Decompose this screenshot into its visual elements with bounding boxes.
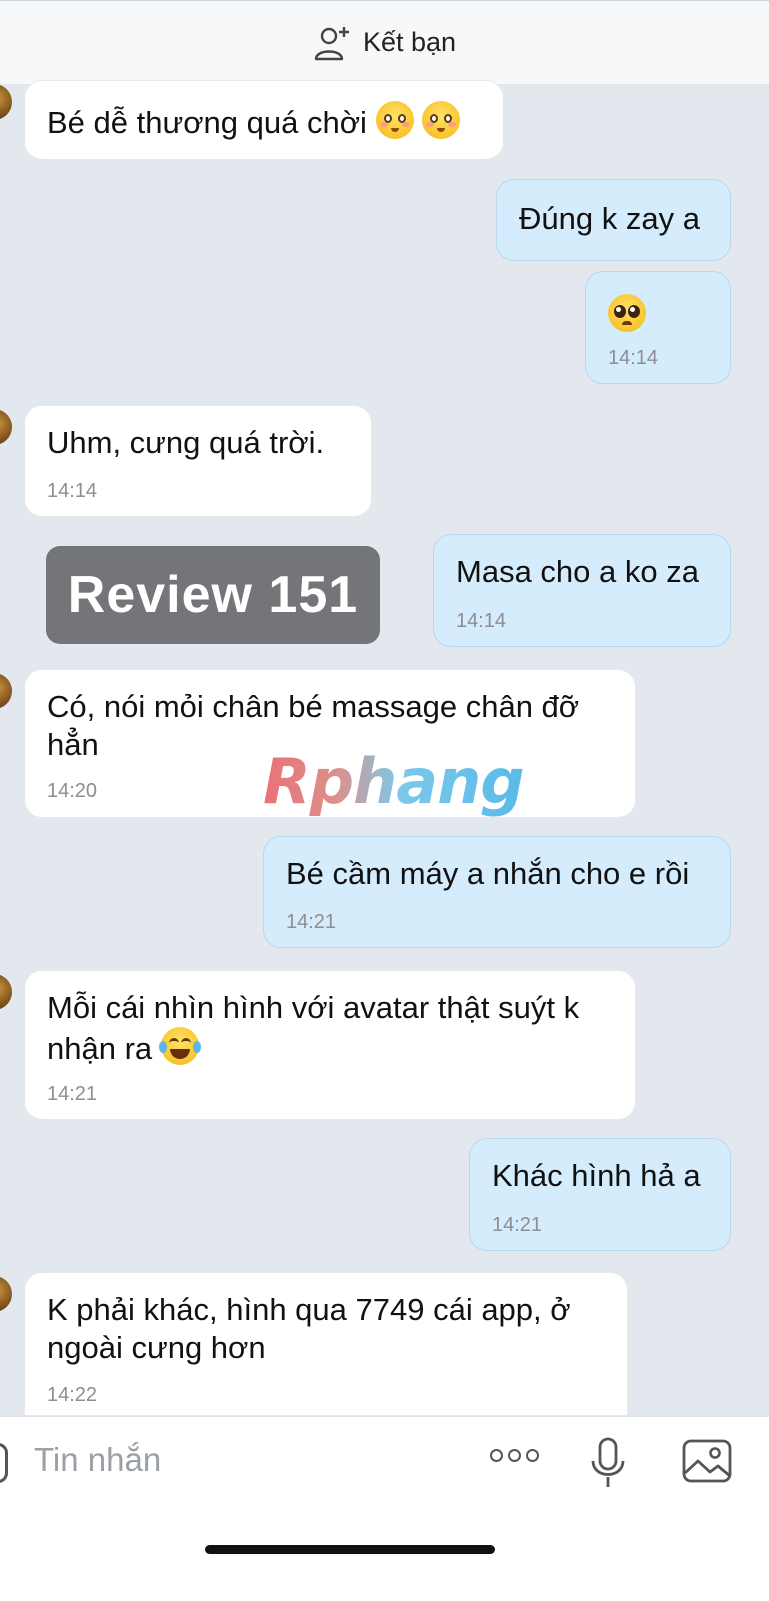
message-bubble-incoming[interactable]: Mỗi cái nhìn hình với avatar thật suýt k… [24,970,636,1120]
message-bubble-outgoing[interactable]: 14:14 [585,271,731,384]
dot-icon [490,1449,503,1462]
pleading-face-emoji [608,294,646,332]
message-time: 14:21 [47,1083,98,1105]
more-icon[interactable] [490,1449,546,1473]
message-text: Đúng k zay a [519,201,700,236]
dot-icon [508,1449,521,1462]
dot-icon [526,1449,539,1462]
top-bar: Kết bạn [0,0,769,84]
message-text: Mỗi cái nhìn hình với avatar thật suýt k… [47,990,580,1066]
smiling-blush-emoji [375,101,414,139]
message-time: 14:14 [608,347,659,369]
message-time: 14:22 [47,1384,98,1406]
add-friend-button[interactable]: Kết bạn [313,23,456,63]
emoji-toggle-icon[interactable] [0,1443,8,1483]
sender-avatar[interactable] [0,974,12,1010]
message-text: Masa cho a ko za [456,554,699,589]
message-composer: Tin nhắn [0,1416,769,1601]
message-bubble-outgoing[interactable]: Masa cho a ko za 14:14 [433,534,731,647]
message-bubble-outgoing[interactable]: Bé cầm máy a nhắn cho e rồi 14:21 [263,836,731,948]
message-time: 14:14 [47,480,98,502]
home-indicator[interactable] [205,1545,495,1554]
message-input[interactable]: Tin nhắn [34,1441,161,1479]
message-time: 14:14 [456,610,507,632]
add-person-icon [314,26,349,60]
watermark-logo: Rphang [263,745,525,818]
review-badge: Review 151 [46,546,380,644]
message-time: 14:21 [286,911,337,933]
sender-avatar[interactable] [0,673,12,709]
message-time: 14:21 [492,1214,543,1236]
message-bubble-outgoing[interactable]: Đúng k zay a [496,179,731,261]
message-text: Uhm, cưng quá trời. [47,425,325,460]
message-text: Bé dễ thương quá chời [47,105,367,140]
smiling-blush-emoji [422,101,461,139]
message-bubble-incoming[interactable]: K phải khác, hình qua 7749 cái app, ở ng… [24,1272,628,1416]
message-time: 14:20 [47,780,98,802]
message-bubble-incoming[interactable]: Bé dễ thương quá chời [24,80,504,160]
message-bubble-outgoing[interactable]: Khác hình hả a 14:21 [469,1138,731,1251]
message-bubble-incoming[interactable]: Uhm, cưng quá trời. 14:14 [24,405,372,517]
sender-avatar[interactable] [0,1276,12,1312]
mic-icon[interactable] [590,1437,626,1489]
message-text: Bé cầm máy a nhắn cho e rồi [286,856,690,891]
message-text: K phải khác, hình qua 7749 cái app, ở ng… [47,1292,571,1365]
laughing-tears-emoji [158,1027,201,1065]
image-icon[interactable] [682,1439,732,1483]
message-text: Khác hình hả a [492,1158,701,1193]
add-friend-label: Kết bạn [362,27,457,57]
sender-avatar[interactable] [0,84,12,120]
sender-avatar[interactable] [0,409,12,445]
